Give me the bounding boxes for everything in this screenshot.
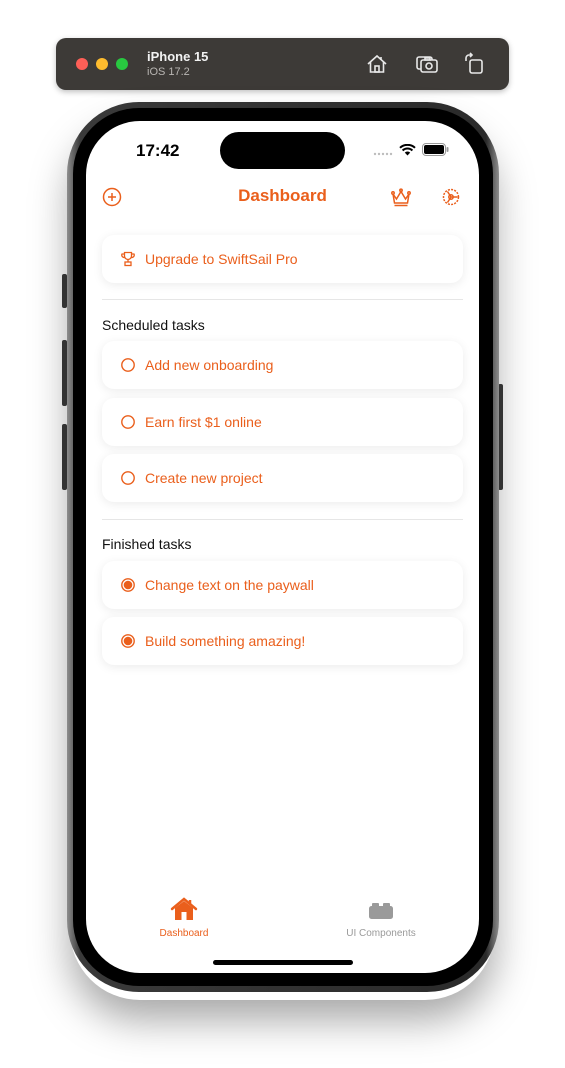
status-icons [373,143,449,161]
device-name: iPhone 15 [147,49,209,64]
task-item[interactable]: Build something amazing! [102,617,463,665]
os-version: iOS 17.2 [147,66,190,78]
task-item[interactable]: Change text on the paywall [102,561,463,609]
gear-icon[interactable] [439,185,463,209]
unchecked-circle-icon[interactable] [120,470,136,486]
scheduled-tasks-heading: Scheduled tasks [102,317,205,333]
unchecked-circle-icon[interactable] [120,414,136,430]
zoom-window-button[interactable] [116,58,128,70]
task-item[interactable]: Add new onboarding [102,341,463,389]
navigation-bar: Dashboard [86,183,479,213]
unchecked-circle-icon[interactable] [120,357,136,373]
task-label: Change text on the paywall [145,577,314,593]
checked-circle-icon[interactable] [120,633,136,649]
house-icon [170,897,198,925]
cellular-signal-icon [373,143,393,161]
rotate-icon[interactable] [462,52,486,76]
crown-icon[interactable] [389,185,413,209]
finished-tasks-heading: Finished tasks [102,536,192,552]
tab-label: UI Components [346,928,416,939]
task-label: Add new onboarding [145,357,274,373]
minimize-window-button[interactable] [96,58,108,70]
dynamic-island [220,132,345,169]
phone-screen: 17:42 Dashboard Upgrade to SwiftSail Pro [86,121,479,973]
task-item[interactable]: Create new project [102,454,463,502]
screenshot-icon[interactable] [415,52,439,76]
tab-dashboard[interactable]: Dashboard [114,897,254,939]
upgrade-label: Upgrade to SwiftSail Pro [145,251,298,267]
upgrade-pro-button[interactable]: Upgrade to SwiftSail Pro [102,235,463,283]
task-label: Earn first $1 online [145,414,262,430]
section-divider [102,299,463,300]
page-title: Dashboard [238,186,327,205]
status-time: 17:42 [136,141,180,160]
section-divider [102,519,463,520]
checked-circle-icon[interactable] [120,577,136,593]
trophy-icon [120,251,136,267]
task-item[interactable]: Earn first $1 online [102,398,463,446]
home-indicator[interactable] [213,960,353,965]
close-window-button[interactable] [76,58,88,70]
blocks-icon [367,903,395,925]
home-icon[interactable] [365,52,389,76]
tab-ui-components[interactable]: UI Components [311,897,451,939]
task-label: Create new project [145,470,263,486]
battery-icon [422,143,449,161]
wifi-icon [399,143,416,161]
tab-label: Dashboard [159,928,209,939]
simulator-title-bar: iPhone 15 iOS 17.2 [56,38,509,90]
task-label: Build something amazing! [145,633,306,649]
